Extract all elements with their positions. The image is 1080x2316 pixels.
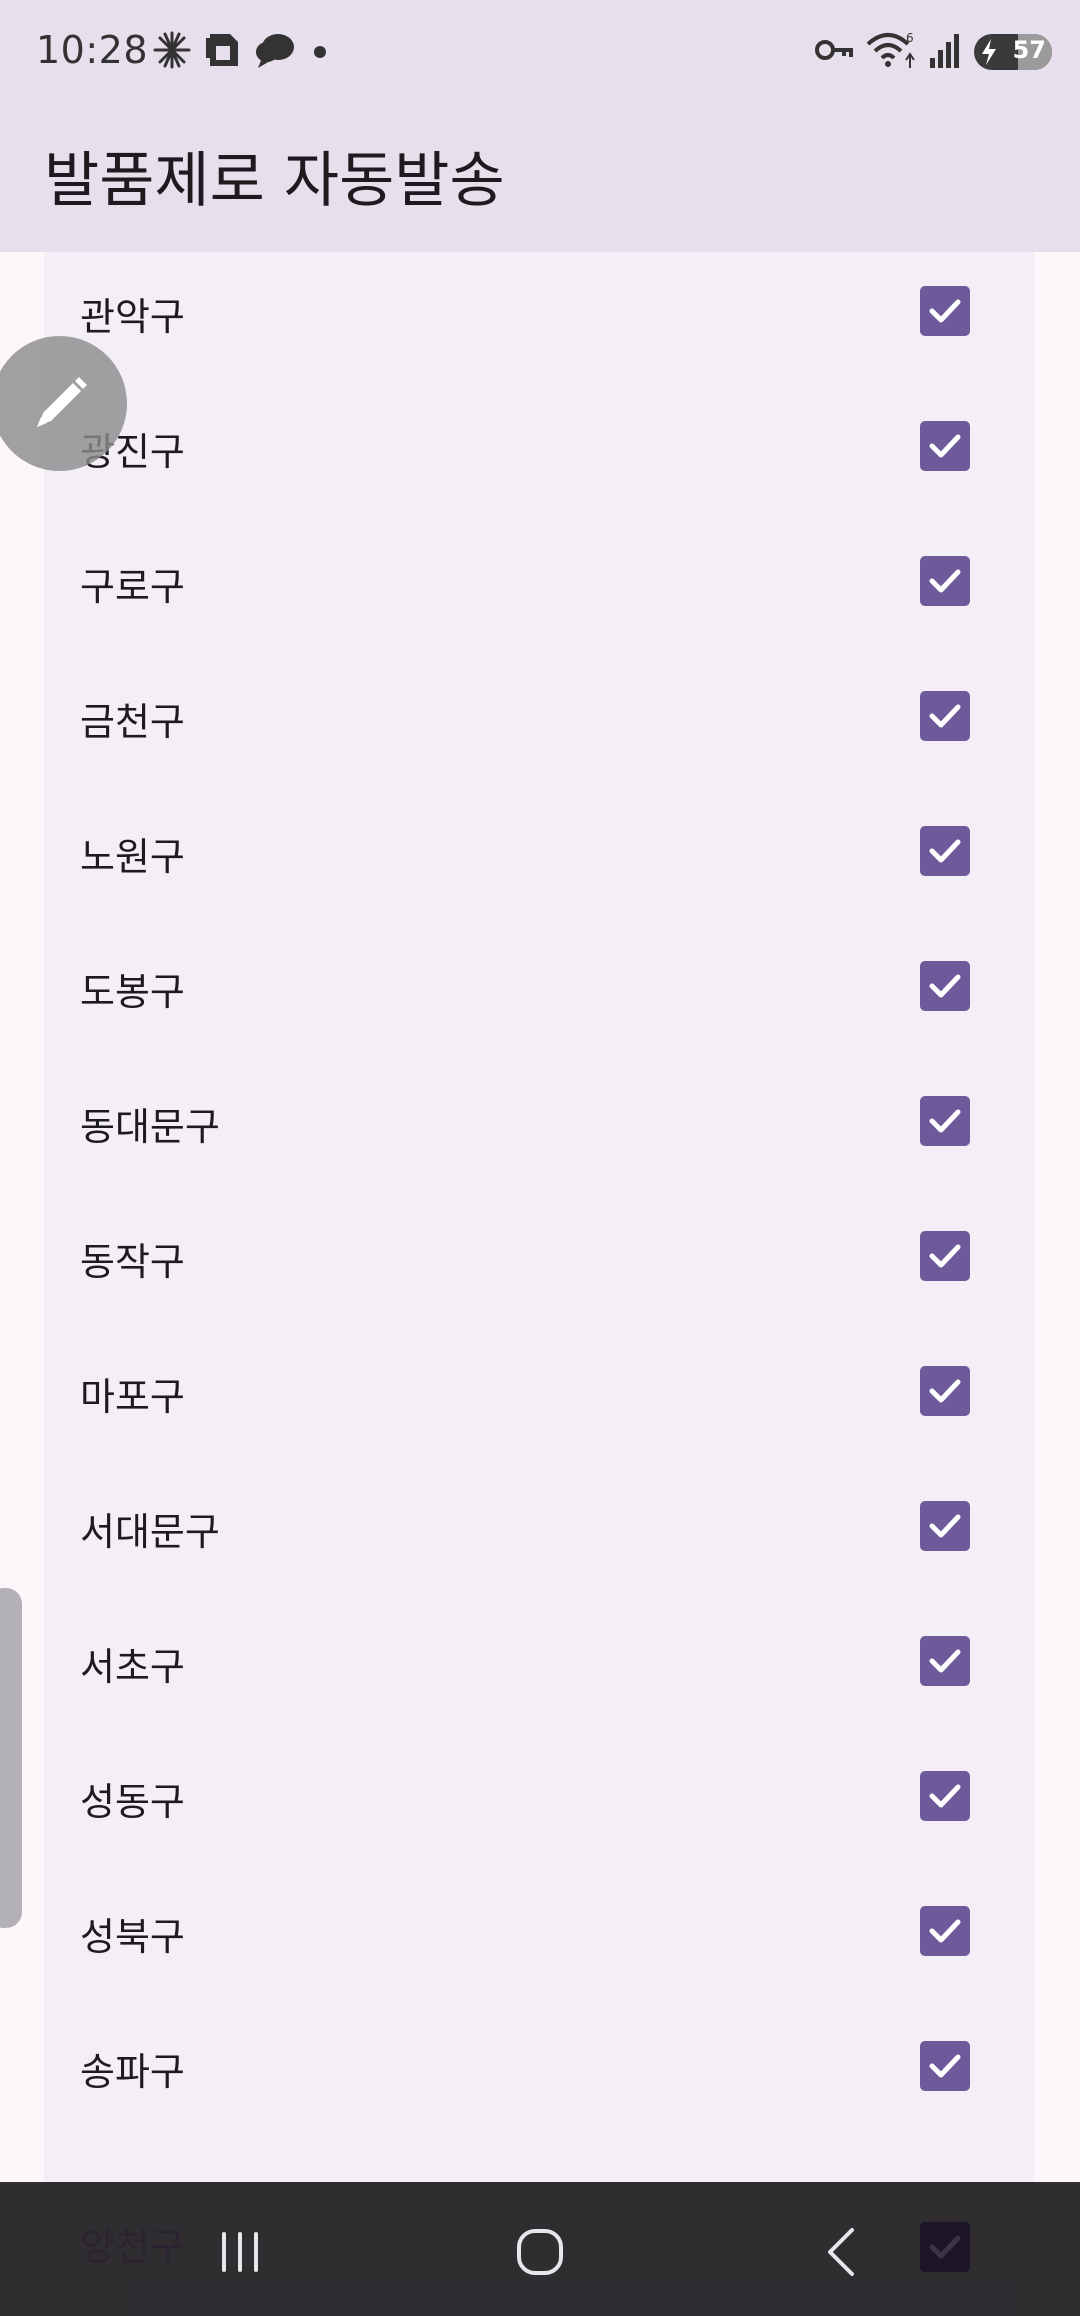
checkbox-behind-nav <box>920 2222 970 2272</box>
list-item[interactable]: 동대문구 <box>44 1052 1034 1187</box>
list-item[interactable]: 금천구 <box>44 647 1034 782</box>
svg-text:6: 6 <box>906 31 914 45</box>
check-icon <box>929 299 961 323</box>
list-item-label-behind-nav: 양천구 <box>80 2225 185 2269</box>
sim-card-icon <box>204 30 242 74</box>
home-button[interactable] <box>500 2212 580 2292</box>
district-checkbox[interactable] <box>920 421 970 471</box>
list-item[interactable]: 성북구 <box>44 1862 1034 1997</box>
district-label: 성북구 <box>80 1915 185 1959</box>
home-icon <box>517 2229 563 2275</box>
list-item[interactable]: 관악구 <box>44 242 1034 377</box>
check-icon <box>929 1649 961 1673</box>
district-checkbox[interactable] <box>920 691 970 741</box>
district-label: 동작구 <box>80 1240 185 1284</box>
list-item[interactable]: 구로구 <box>44 512 1034 647</box>
check-icon <box>929 1379 961 1403</box>
battery-level: 57 <box>1012 36 1046 64</box>
district-checkbox[interactable] <box>920 1636 970 1686</box>
district-checkbox[interactable] <box>920 556 970 606</box>
status-bar: 10:28 6 57 <box>0 0 1080 104</box>
check-icon <box>929 1784 961 1808</box>
status-time: 10:28 <box>36 28 149 72</box>
district-label: 성동구 <box>80 1780 185 1824</box>
back-button[interactable] <box>804 2212 884 2292</box>
district-label: 노원구 <box>80 835 185 879</box>
check-icon <box>929 839 961 863</box>
district-checkbox[interactable] <box>920 826 970 876</box>
district-label: 마포구 <box>80 1375 185 1419</box>
check-icon <box>929 1514 961 1538</box>
district-label: 동대문구 <box>80 1105 220 1149</box>
district-checkbox[interactable] <box>920 961 970 1011</box>
pencil-icon <box>36 376 87 427</box>
check-icon <box>929 1109 961 1133</box>
list-item[interactable]: 도봉구 <box>44 917 1034 1052</box>
check-icon <box>929 704 961 728</box>
list-item[interactable]: 서대문구 <box>44 1457 1034 1592</box>
list-item[interactable]: 송파구 <box>44 1997 1034 2132</box>
check-icon <box>929 974 961 998</box>
district-checkbox[interactable] <box>920 1231 970 1281</box>
list-item[interactable]: 광진구 <box>44 377 1034 512</box>
check-icon <box>929 2054 961 2078</box>
edge-panel-handle[interactable] <box>0 1588 22 1928</box>
district-label: 서대문구 <box>80 1510 220 1554</box>
district-label: 관악구 <box>80 295 185 339</box>
list-item[interactable]: 동작구 <box>44 1187 1034 1322</box>
wifi-icon: 6 <box>866 30 916 74</box>
recent-apps-icon <box>222 2232 258 2272</box>
district-label: 서초구 <box>80 1645 185 1689</box>
status-right-icons: 6 57 <box>814 30 1052 74</box>
district-label: 송파구 <box>80 2050 185 2094</box>
district-label: 구로구 <box>80 565 185 609</box>
check-icon <box>929 1919 961 1943</box>
list-item[interactable]: 서초구 <box>44 1592 1034 1727</box>
district-checkbox[interactable] <box>920 1771 970 1821</box>
battery-icon: 57 <box>974 34 1052 70</box>
recent-apps-button[interactable] <box>200 2212 280 2292</box>
status-left-icons <box>152 30 332 74</box>
back-icon <box>828 2228 854 2276</box>
signal-icon <box>928 30 962 74</box>
district-checkbox[interactable] <box>920 1501 970 1551</box>
district-checkbox[interactable] <box>920 1096 970 1146</box>
pinwheel-icon <box>152 30 192 74</box>
list-item[interactable]: 노원구 <box>44 782 1034 917</box>
district-checkbox[interactable] <box>920 2041 970 2091</box>
list-item[interactable]: 마포구 <box>44 1322 1034 1457</box>
check-icon <box>929 569 961 593</box>
district-label: 도봉구 <box>80 970 185 1014</box>
vpn-key-icon <box>814 30 854 74</box>
check-icon <box>929 1244 961 1268</box>
app-bar: 발품제로 자동발송 <box>0 104 1080 252</box>
district-checkbox[interactable] <box>920 286 970 336</box>
list-item[interactable]: 성동구 <box>44 1727 1034 1862</box>
district-label: 금천구 <box>80 700 185 744</box>
district-checkbox[interactable] <box>920 1366 970 1416</box>
chat-bubble-icon <box>254 30 296 74</box>
screen: 10:28 6 57 발품제로 자동발송 관악구 광진구 구로구 금천구 노원구… <box>0 0 1080 2316</box>
navigation-bar: 양천구 <box>0 2182 1080 2316</box>
district-checkbox[interactable] <box>920 1906 970 1956</box>
check-icon <box>929 434 961 458</box>
page-title: 발품제로 자동발송 <box>44 146 505 216</box>
dot-icon <box>308 30 332 74</box>
